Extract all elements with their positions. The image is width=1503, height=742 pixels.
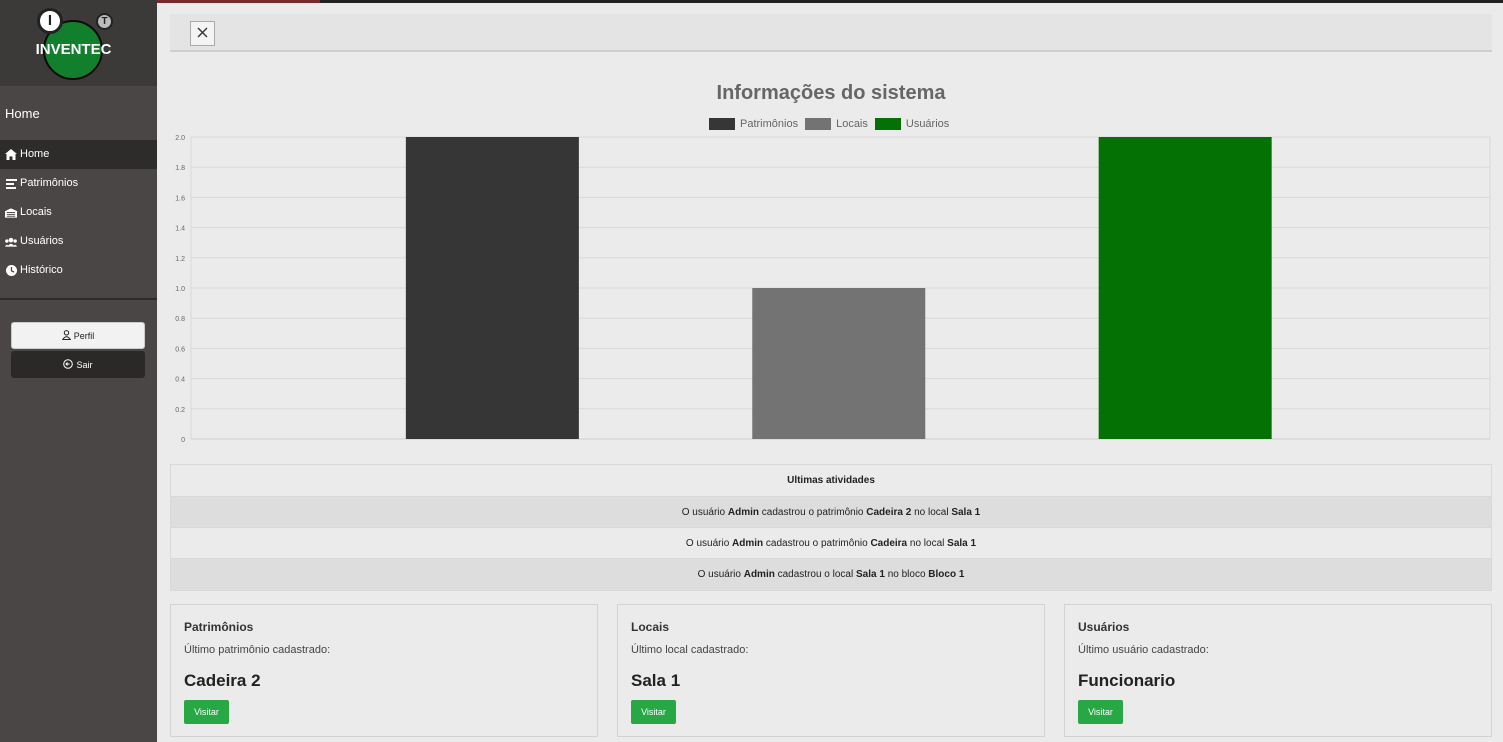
activity-text: no bloco <box>884 569 929 580</box>
sidebar-divider <box>0 298 157 300</box>
close-icon <box>197 25 208 43</box>
activity-text: cadastrou o patrimônio <box>763 538 871 549</box>
activity-row: O usuário Admin cadastrou o local Sala 1… <box>171 559 1491 590</box>
activity-text: cadastrou o local <box>774 569 856 580</box>
sidebar-item-historico[interactable]: Histórico <box>0 256 157 285</box>
card-subtitle: Último local cadastrado: <box>631 644 749 656</box>
card-value: Sala 1 <box>631 671 681 690</box>
logo-i-icon: I <box>37 8 63 34</box>
activities-table: Ultimas atividades O usuário Admin cadas… <box>170 464 1492 591</box>
top-bar <box>170 14 1492 52</box>
activity-user: Admin <box>727 507 759 518</box>
legend-label: Locais <box>836 118 868 130</box>
card-value: Cadeira 2 <box>184 671 261 690</box>
card-locais: Locais Último local cadastrado: Sala 1 V… <box>617 604 1045 737</box>
visit-local-button[interactable]: Visitar <box>631 700 676 724</box>
card-title: Usuários <box>1078 620 1130 634</box>
y-tick-label: 0.8 <box>175 316 185 323</box>
legend-item-usuarios[interactable]: Usuários <box>874 118 950 130</box>
activity-text: no local <box>911 507 952 518</box>
sidebar-nav: Home Patrimônios Locais Usuários Históri… <box>0 140 157 285</box>
y-tick-label: 0.4 <box>175 377 185 384</box>
chart-legend: Patrimônios Locais Usuários <box>709 118 956 130</box>
card-value: Funcionario <box>1078 671 1176 690</box>
activity-text: no local <box>907 538 948 549</box>
activity-text: O usuário <box>681 507 728 518</box>
brand-name: INVENTEC <box>35 41 112 58</box>
sidebar-item-label: Home <box>20 148 50 160</box>
sidebar-item-home[interactable]: Home <box>0 140 157 169</box>
card-title: Locais <box>631 620 670 634</box>
visit-usuario-button[interactable]: Visitar <box>1078 700 1123 724</box>
bar-chart: 0 0.2 0.4 0.6 0.8 1.0 1.2 1.4 1.6 1.8 2.0 <box>175 135 1491 444</box>
activities-header: Ultimas atividades <box>171 465 1491 497</box>
activity-row: O usuário Admin cadastrou o patrimônio C… <box>171 528 1491 559</box>
profile-label: Perfil <box>73 330 95 341</box>
card-subtitle: Último usuário cadastrado: <box>1078 644 1209 656</box>
activity-item: Sala 1 <box>856 569 885 580</box>
logout-label: Sair <box>76 359 93 370</box>
sidebar-item-label: Histórico <box>20 264 63 276</box>
card-subtitle: Último patrimônio cadastrado: <box>184 644 331 656</box>
activity-text: O usuário <box>685 538 733 549</box>
users-icon <box>5 236 17 248</box>
list-icon <box>5 178 17 190</box>
sidebar-item-label: Usuários <box>20 235 64 247</box>
legend-item-locais[interactable]: Locais <box>805 118 868 130</box>
y-tick-label: 0 <box>181 437 185 444</box>
card-title: Patrimônios <box>184 620 254 634</box>
activity-text: cadastrou o patrimônio <box>758 507 867 518</box>
card-usuarios: Usuários Último usuário cadastrado: Func… <box>1064 604 1492 737</box>
activity-place: Sala 1 <box>947 538 977 549</box>
bar-locais <box>752 288 926 439</box>
legend-swatch <box>709 118 735 130</box>
y-tick-label: 1.0 <box>175 286 185 293</box>
top-accent-bar <box>0 0 1503 3</box>
activity-item: Cadeira <box>870 538 908 549</box>
legend-swatch <box>805 118 832 130</box>
logo[interactable]: I T INVENTEC <box>0 0 157 86</box>
home-icon <box>5 149 17 161</box>
y-tick-label: 1.2 <box>175 256 185 263</box>
logo-t-icon: T <box>96 13 113 30</box>
sidebar-item-locais[interactable]: Locais <box>0 198 157 227</box>
legend-label: Patrimônios <box>740 118 799 130</box>
y-tick-label: 1.4 <box>175 226 185 233</box>
person-icon <box>61 329 71 342</box>
activity-place: Sala 1 <box>951 507 981 518</box>
y-tick-label: 2.0 <box>175 135 185 142</box>
y-tick-label: 0.6 <box>175 346 185 353</box>
building-icon <box>5 207 17 219</box>
sidebar-item-patrimonios[interactable]: Patrimônios <box>0 169 157 198</box>
bar-usuarios <box>1098 137 1272 439</box>
clock-icon <box>5 265 17 277</box>
activity-user: Admin <box>743 569 775 580</box>
sidebar-title: Home <box>5 106 40 121</box>
legend-item-patrimonios[interactable]: Patrimônios <box>709 118 798 130</box>
activity-item: Cadeira 2 <box>866 507 912 518</box>
chart-title: Informações do sistema <box>716 82 946 104</box>
y-tick-label: 0.2 <box>175 407 185 414</box>
logout-button[interactable]: Sair <box>11 351 145 378</box>
top-accent-segment <box>150 0 320 3</box>
y-tick-label: 1.8 <box>175 165 185 172</box>
legend-label: Usuários <box>905 118 950 130</box>
profile-button[interactable]: Perfil <box>11 322 145 349</box>
activity-text: O usuário <box>697 569 744 580</box>
sidebar: I T INVENTEC Home Home Patrimônios Locai… <box>0 0 157 742</box>
visit-patrimonio-button[interactable]: Visitar <box>184 700 229 724</box>
activity-place: Bloco 1 <box>928 569 965 580</box>
y-tick-label: 1.6 <box>175 195 185 202</box>
activity-row: O usuário Admin cadastrou o patrimônio C… <box>171 497 1491 528</box>
legend-swatch <box>874 118 901 130</box>
sidebar-item-label: Patrimônios <box>20 177 79 189</box>
sidebar-item-usuarios[interactable]: Usuários <box>0 227 157 256</box>
sidebar-item-label: Locais <box>20 206 52 218</box>
bar-patrimonios <box>405 137 579 439</box>
card-patrimonios: Patrimônios Último patrimônio cadastrado… <box>170 604 598 737</box>
logout-icon <box>63 358 74 371</box>
close-button[interactable] <box>190 21 215 46</box>
activity-user: Admin <box>732 538 764 549</box>
